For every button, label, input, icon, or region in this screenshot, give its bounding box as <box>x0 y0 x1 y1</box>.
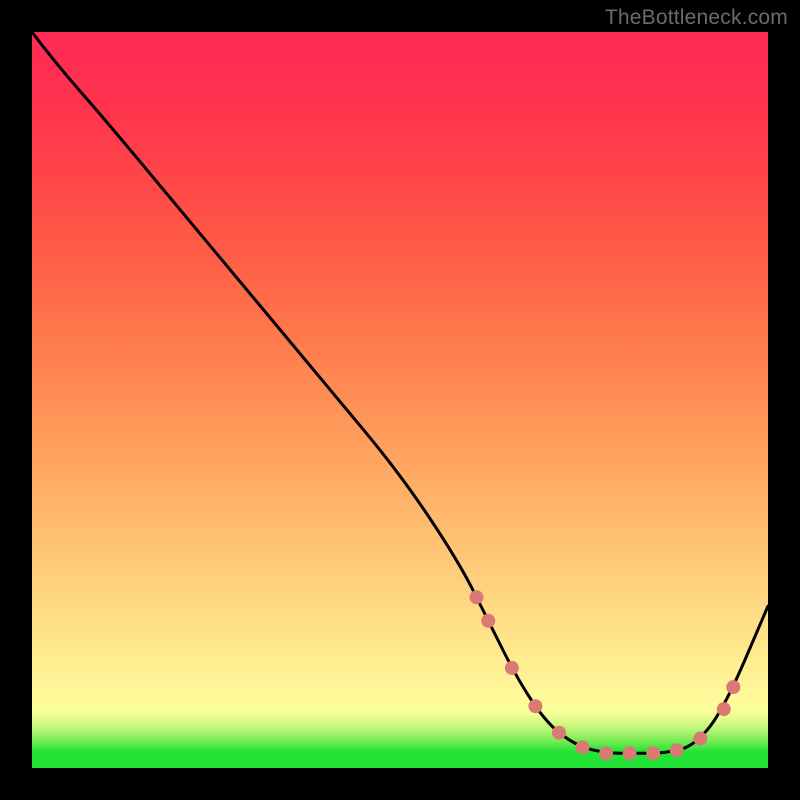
highlight-dot <box>726 680 740 694</box>
highlight-dot <box>623 746 637 760</box>
highlight-dot <box>470 590 484 604</box>
highlight-dot <box>599 746 613 760</box>
highlight-dot <box>576 740 590 754</box>
bottleneck-curve <box>32 32 768 753</box>
watermark-text: TheBottleneck.com <box>605 6 788 30</box>
highlight-dot <box>693 732 707 746</box>
highlight-dot <box>670 743 684 757</box>
highlight-dot <box>528 699 542 713</box>
highlight-dot <box>481 614 495 628</box>
highlight-dot <box>646 746 660 760</box>
highlight-dot <box>717 702 731 716</box>
highlight-dot <box>505 661 519 675</box>
curve-svg <box>32 32 768 768</box>
highlight-dot <box>552 726 566 740</box>
plot-area <box>32 32 768 768</box>
chart-frame: TheBottleneck.com <box>0 0 800 800</box>
